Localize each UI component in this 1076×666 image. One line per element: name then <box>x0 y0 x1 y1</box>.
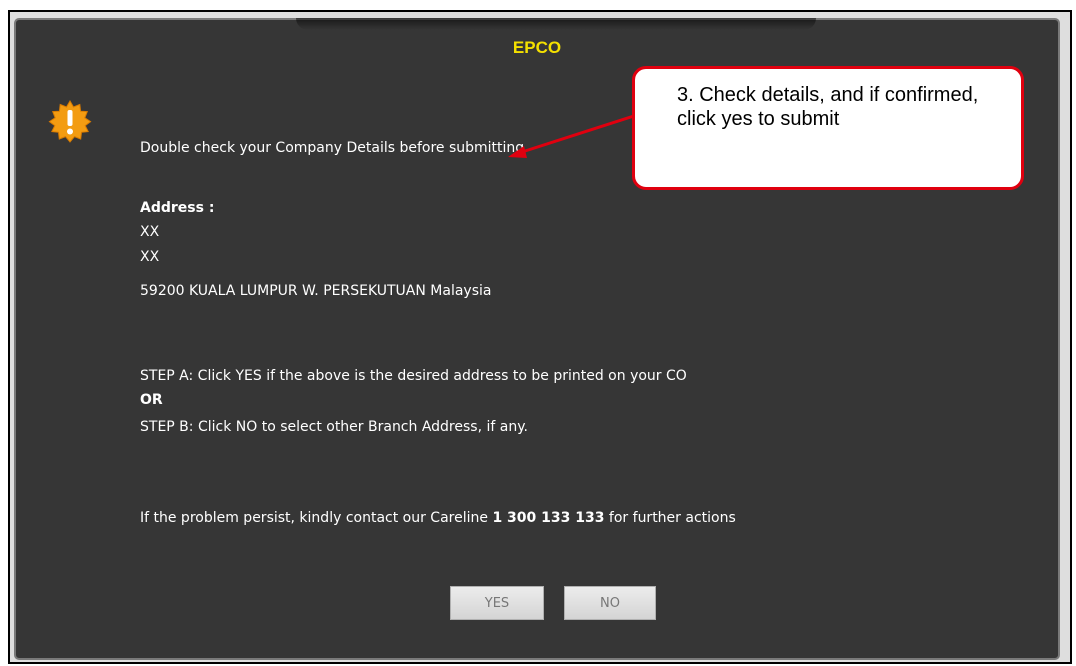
annotation-callout: 3. Check details, and if confirmed, clic… <box>632 66 1024 190</box>
address-line-1: XX <box>140 224 160 240</box>
address-line-3: 59200 KUALA LUMPUR W. PERSEKUTUAN Malays… <box>140 283 492 299</box>
step-a-text: STEP A: Click YES if the above is the de… <box>140 368 687 384</box>
careline-number: 1 300 133 133 <box>492 510 605 526</box>
or-label: OR <box>140 392 163 408</box>
intro-text: Double check your Company Details before… <box>140 140 525 156</box>
step-b-text: STEP B: Click NO to select other Branch … <box>140 419 528 435</box>
no-button[interactable]: NO <box>564 586 656 620</box>
dialog-title: EPCO <box>512 38 562 57</box>
warning-burst-icon <box>48 100 92 143</box>
title-shadow <box>296 18 816 30</box>
address-label: Address : <box>140 200 215 216</box>
address-line-2: XX <box>140 249 160 265</box>
careline-text: If the problem persist, kindly contact o… <box>140 510 736 526</box>
yes-button[interactable]: YES <box>450 586 544 620</box>
careline-suffix: for further actions <box>604 510 736 526</box>
careline-prefix: If the problem persist, kindly contact o… <box>140 510 493 526</box>
